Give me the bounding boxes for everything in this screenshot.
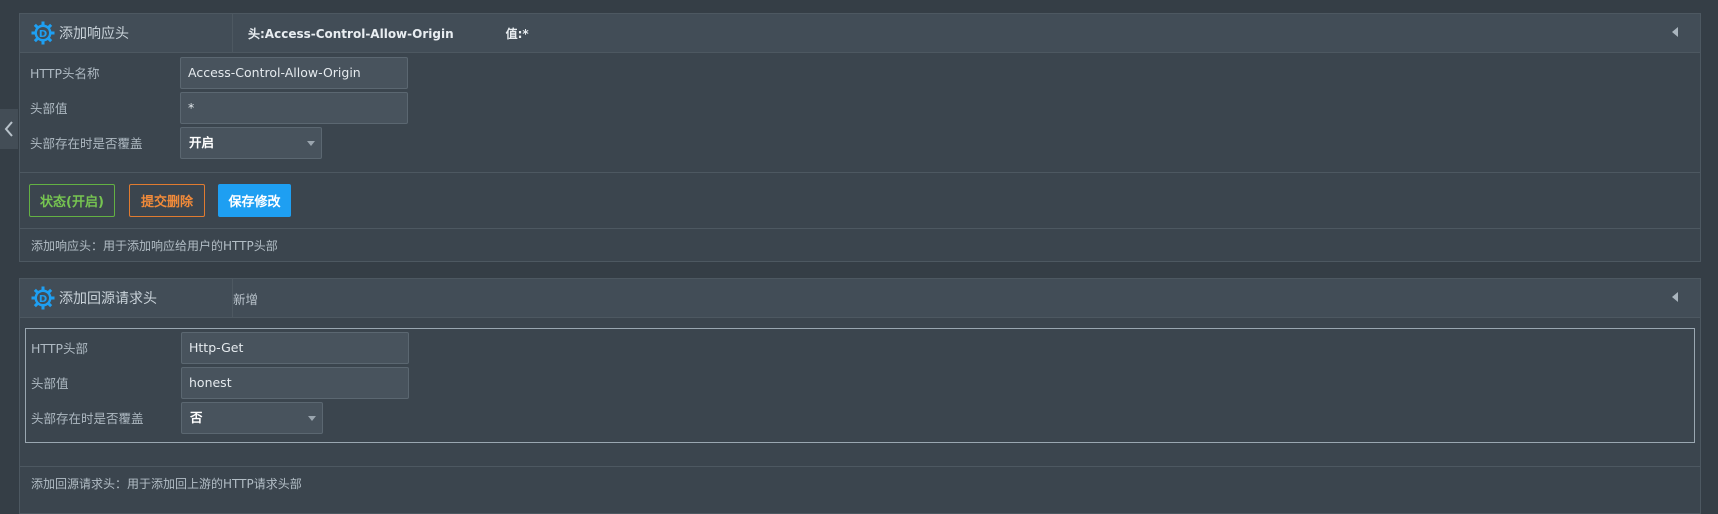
panel-description: 添加回源请求头：用于添加回上游的HTTP请求头部 <box>31 477 302 491</box>
field-row-header-name: HTTP头名称 Access-Control-Allow-Origin <box>20 55 1700 89</box>
svg-text:D: D <box>39 29 47 40</box>
header-value-label: 头部值 <box>30 101 68 116</box>
override-label: 头部存在时是否覆盖 <box>30 136 143 151</box>
panel-header[interactable]: D 添加回源请求头 新增 <box>20 279 1700 318</box>
header-name-input[interactable]: Access-Control-Allow-Origin <box>180 57 408 89</box>
chevron-left-icon <box>4 121 13 137</box>
panel-title: 添加响应头 <box>59 26 129 42</box>
sidebar-collapse-tab[interactable] <box>0 109 18 149</box>
gear-d-icon: D <box>31 21 55 45</box>
override-select-value: 开启 <box>189 135 215 150</box>
gear-d-icon: D <box>31 286 55 310</box>
submit-delete-button[interactable]: 提交删除 <box>129 184 205 217</box>
panel-header-title-cell: D 添加回源请求头 <box>20 279 233 317</box>
override-select[interactable]: 否 <box>181 402 323 434</box>
field-row-header-value: 头部值 honest <box>26 365 1694 399</box>
new-header-form: HTTP头部 Http-Get 头部值 honest 头部存在时是否覆盖 否 <box>25 328 1695 443</box>
new-label: 新增 <box>233 291 259 307</box>
divider <box>20 172 1700 173</box>
panel-header[interactable]: D 添加响应头 头:Access-Control-Allow-Origin 值:… <box>20 14 1700 53</box>
panel-header-title-cell: D 添加响应头 <box>20 14 233 52</box>
override-select[interactable]: 开启 <box>180 127 322 159</box>
triangle-left-icon[interactable] <box>1672 292 1678 302</box>
override-label: 头部存在时是否覆盖 <box>31 411 144 426</box>
upstream-request-header-panel: D 添加回源请求头 新增 HTTP头部 Http-Get 头部值 honest … <box>19 278 1701 514</box>
header-value-label: 头部值 <box>31 376 69 391</box>
svg-text:D: D <box>39 294 47 305</box>
header-value-summary: 值:* <box>505 26 529 41</box>
status-button[interactable]: 状态(开启) <box>29 184 115 217</box>
caret-down-icon <box>308 416 316 421</box>
divider <box>20 228 1700 229</box>
panel-description: 添加响应头：用于添加响应给用户的HTTP头部 <box>31 239 278 253</box>
caret-down-icon <box>307 141 315 146</box>
field-row-override: 头部存在时是否覆盖 开启 <box>20 125 1700 159</box>
panel-title: 添加回源请求头 <box>59 291 157 307</box>
header-value-input[interactable]: honest <box>181 367 409 399</box>
field-row-http-header: HTTP头部 Http-Get <box>26 330 1694 364</box>
header-key-summary: 头:Access-Control-Allow-Origin <box>248 26 454 41</box>
field-row-header-value: 头部值 * <box>20 90 1700 124</box>
triangle-left-icon[interactable] <box>1672 27 1678 37</box>
override-select-value: 否 <box>190 410 203 425</box>
field-row-override: 头部存在时是否覆盖 否 <box>26 400 1694 434</box>
header-name-label: HTTP头名称 <box>30 66 100 81</box>
http-header-label: HTTP头部 <box>31 341 88 356</box>
http-header-input[interactable]: Http-Get <box>181 332 409 364</box>
divider <box>20 466 1700 467</box>
save-changes-button[interactable]: 保存修改 <box>218 184 291 217</box>
response-header-panel: D 添加响应头 头:Access-Control-Allow-Origin 值:… <box>19 13 1701 262</box>
header-value-input[interactable]: * <box>180 92 408 124</box>
